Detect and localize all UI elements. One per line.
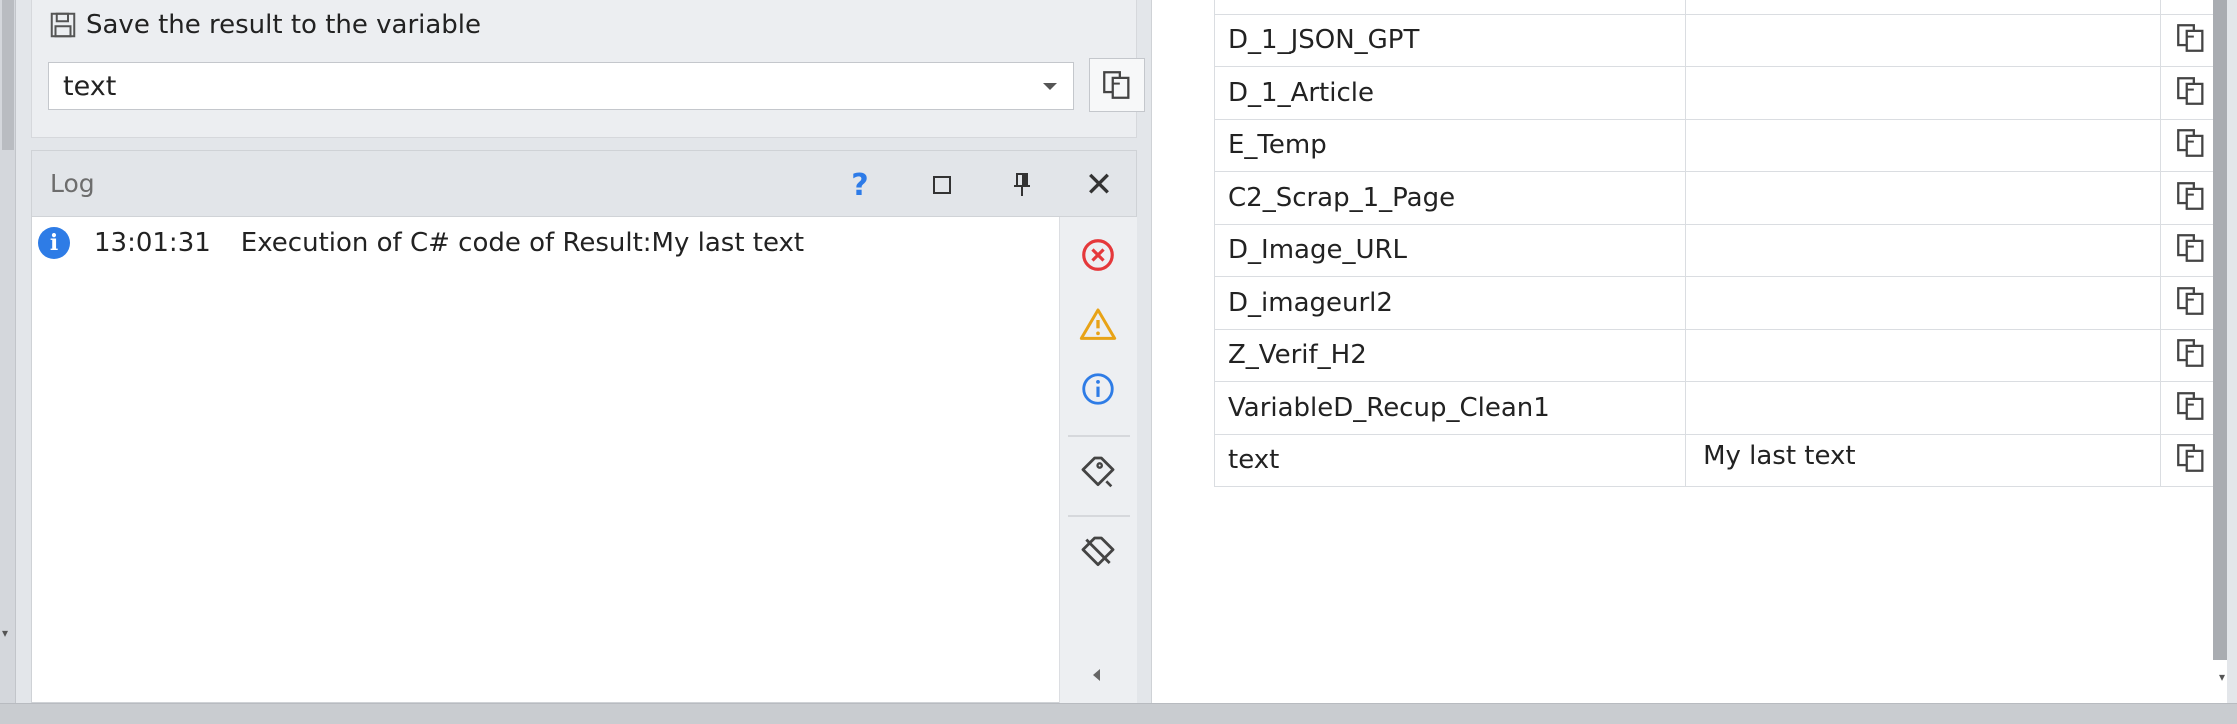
warning-filter-button[interactable] [1074, 301, 1122, 349]
log-panel: Log ? ✕ i 13:01:31 Execution of C# code … [31, 150, 1137, 703]
variable-value-cell[interactable] [1686, 14, 2162, 66]
table-row[interactable]: VariableD_Recup_Clean1 [1214, 382, 2222, 435]
log-filter-sidebar [1059, 217, 1137, 703]
variable-select[interactable]: text [48, 62, 1074, 110]
variable-select-value: text [63, 70, 117, 102]
variable-value-cell[interactable]: My last text [1686, 434, 2162, 486]
log-entry[interactable]: i 13:01:31 Execution of C# code of Resul… [38, 223, 1038, 263]
variable-value-cell[interactable] [1686, 329, 2162, 381]
table-row[interactable]: D_Image_URL [1214, 224, 2222, 277]
info-filter-icon [1082, 373, 1114, 405]
variable-name-cell: text [1215, 434, 1687, 486]
separator [1068, 515, 1130, 517]
right-scrollbar[interactable] [2213, 0, 2227, 660]
pin-icon [1014, 173, 1030, 196]
separator [1068, 435, 1130, 437]
help-icon: ? [851, 167, 869, 203]
log-entry-time: 13:01:31 [94, 228, 211, 258]
copy-icon [2174, 389, 2208, 427]
table-row[interactable]: D_imageurl2 [1214, 277, 2222, 330]
save-result-label-row: Save the result to the variable [48, 10, 481, 40]
close-button[interactable]: ✕ [1079, 165, 1119, 205]
log-entry-message: Execution of C# code of Result:My last t… [240, 228, 805, 258]
table-row[interactable]: E_Temp [1214, 119, 2222, 172]
scroll-down-icon[interactable]: ▾ [2219, 670, 2225, 684]
variable-value-cell[interactable] [1686, 277, 2162, 329]
close-icon: ✕ [1084, 165, 1114, 205]
copy-icon [2174, 74, 2208, 112]
info-icon: i [38, 227, 70, 259]
copy-variable-button[interactable] [1089, 58, 1145, 112]
warning-filter-icon [1079, 308, 1117, 340]
copy-variable-icon [1103, 71, 1130, 99]
variable-name-cell: D_imageurl2 [1215, 277, 1687, 329]
variable-name-cell: D_1_JSON_GPT [1215, 14, 1687, 66]
error-filter-icon [1082, 239, 1114, 271]
chevron-down-icon[interactable] [1043, 83, 1057, 90]
log-title: Log [50, 169, 95, 198]
pin-button[interactable] [1002, 165, 1042, 205]
bottom-status-bar [0, 703, 2237, 724]
clear-tag-button[interactable] [1074, 529, 1122, 577]
copy-icon [2174, 0, 2208, 7]
variables-table: D_1_JSON_GPT D_1_Article E_Temp C2_Scrap… [1214, 0, 2222, 487]
variable-value-cell[interactable] [1686, 0, 2162, 14]
scroll-down-icon[interactable]: ▾ [2, 626, 8, 640]
table-row[interactable]: Z_Verif_H2 [1214, 329, 2222, 382]
variable-value-cell[interactable] [1686, 119, 2162, 171]
copy-icon [2174, 21, 2208, 59]
table-row[interactable]: D_1_JSON_GPT [1214, 14, 2222, 67]
variable-name-cell: E_Temp [1215, 119, 1687, 171]
left-scrollbar-thumb[interactable] [2, 0, 14, 150]
tag-filter-button[interactable] [1074, 449, 1122, 497]
table-row[interactable]: D_1_Article [1214, 67, 2222, 120]
variable-name-cell: D_1_Article [1215, 67, 1687, 119]
save-result-panel: Save the result to the variable text [31, 0, 1145, 138]
error-filter-button[interactable] [1074, 231, 1122, 279]
variable-value-cell[interactable] [1686, 382, 2162, 434]
copy-icon [2174, 441, 2208, 479]
clear-tag-icon [1081, 536, 1115, 567]
table-row[interactable]: C2_Scrap_1_Page [1214, 172, 2222, 225]
variable-name-cell [1215, 0, 1687, 14]
variables-panel: D_1_JSON_GPT D_1_Article E_Temp C2_Scrap… [1151, 0, 2227, 703]
copy-icon [2174, 231, 2208, 269]
copy-icon [2174, 179, 2208, 217]
variable-name-cell: VariableD_Recup_Clean1 [1215, 382, 1687, 434]
save-icon [50, 12, 76, 38]
variable-value-cell[interactable] [1686, 224, 2162, 276]
variable-value-cell[interactable] [1686, 67, 2162, 119]
variable-name-cell: Z_Verif_H2 [1215, 329, 1687, 381]
table-row[interactable] [1214, 0, 2222, 15]
info-filter-button[interactable] [1074, 365, 1122, 413]
left-scrollbar[interactable]: ▾ [0, 0, 16, 703]
variable-name-cell: C2_Scrap_1_Page [1215, 172, 1687, 224]
tag-filter-icon [1081, 456, 1115, 488]
table-row[interactable]: text My last text [1214, 434, 2222, 487]
copy-icon [2174, 336, 2208, 374]
help-button[interactable]: ? [840, 165, 880, 205]
copy-icon [2174, 126, 2208, 164]
collapse-arrow-icon[interactable] [1093, 669, 1100, 681]
copy-icon [2174, 284, 2208, 322]
variable-name-cell: D_Image_URL [1215, 224, 1687, 276]
maximize-button[interactable] [922, 165, 962, 205]
maximize-icon [933, 176, 951, 194]
save-result-label: Save the result to the variable [86, 10, 482, 40]
variable-value-cell[interactable] [1686, 172, 2162, 224]
log-header: Log ? ✕ [32, 151, 1136, 217]
